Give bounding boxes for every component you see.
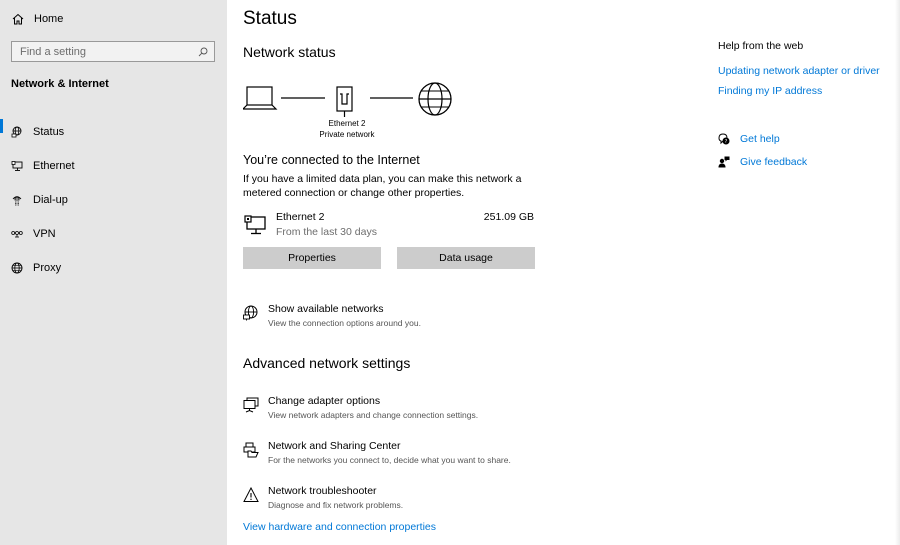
option-description: View the connection options around you. [268,318,421,328]
sidebar-item-dial-up[interactable]: Dial-up [0,183,227,217]
home-button[interactable]: Home [12,11,63,27]
home-label: Home [34,13,64,25]
section-title: Network & Internet [11,78,109,90]
sidebar-item-status[interactable]: Status [0,115,227,149]
network-troubleshooter[interactable]: Network troubleshooter Diagnose and fix … [243,485,583,515]
help-pane: Help from the web Updating network adapt… [718,0,900,545]
network-globe-icon [243,305,258,321]
window-edge-scroll-region [895,0,900,545]
sidebar-item-label: Ethernet [33,160,75,172]
network-and-sharing-center[interactable]: Network and Sharing Center For the netwo… [243,440,583,470]
get-help-link[interactable]: Get help [740,133,780,145]
option-title: Show available networks [268,303,384,315]
sidebar: Home Network & Internet Status Ethernet … [0,0,227,545]
home-icon [12,13,24,25]
connection-status-description: If you have a limited data plan, you can… [243,173,522,199]
sidebar-item-vpn[interactable]: VPN [0,217,227,251]
advanced-settings-heading: Advanced network settings [243,355,411,371]
dial-up-icon [12,196,22,206]
show-available-networks[interactable]: Show available networks View the connect… [243,303,583,333]
network-status-heading: Network status [243,44,336,60]
diagram-network-type: Private network [319,130,375,139]
adapter-name: Ethernet 2 [276,211,325,223]
sidebar-item-ethernet[interactable]: Ethernet [0,149,227,183]
ethernet-port-icon [336,86,353,117]
main-content: Status Network status Ethernet 2 Private… [243,0,703,545]
option-description: For the networks you connect to, decide … [268,455,511,465]
adapter-data-usage: 251.09 GB [483,211,534,223]
view-hardware-properties-link[interactable]: View hardware and connection properties [243,521,436,533]
adapter-summary: Ethernet 2 From the last 30 days 251.09 … [243,211,534,241]
get-help-row[interactable]: ? Get help [718,132,780,146]
ethernet-adapter-icon [244,215,266,235]
ethernet-icon [11,161,23,171]
vpn-icon [11,231,23,238]
data-usage-button[interactable]: Data usage [397,247,535,269]
diagram-adapter-name: Ethernet 2 [328,119,366,128]
option-description: View network adapters and change connect… [268,410,479,420]
sidebar-item-proxy[interactable]: Proxy [0,251,227,285]
help-link-update-adapter[interactable]: Updating network adapter or driver [718,65,880,77]
option-description: Diagnose and fix network problems. [268,500,404,510]
adapter-monitors-icon [243,397,259,413]
adapter-period: From the last 30 days [276,226,377,238]
diagram-adapter-label: Ethernet 2 Private network [307,118,387,140]
connection-status-title: You’re connected to the Internet [243,153,420,167]
svg-text:?: ? [725,139,728,145]
search-input[interactable] [20,45,198,58]
warning-triangle-icon [243,487,259,502]
change-adapter-options[interactable]: Change adapter options View network adap… [243,395,583,425]
get-help-icon: ? [718,133,730,145]
sidebar-item-label: Proxy [33,262,62,274]
option-title: Network troubleshooter [268,485,377,497]
sidebar-item-label: Dial-up [33,194,68,206]
proxy-globe-icon [11,262,23,274]
globe-status-icon [11,126,22,138]
properties-button[interactable]: Properties [243,247,381,269]
feedback-icon [718,156,730,168]
option-title: Network and Sharing Center [268,440,401,452]
option-title: Change adapter options [268,395,381,407]
internet-globe-icon [418,82,452,116]
selected-indicator [0,119,3,133]
help-link-find-ip[interactable]: Finding my IP address [718,85,822,97]
give-feedback-link[interactable]: Give feedback [740,156,807,168]
give-feedback-row[interactable]: Give feedback [718,155,807,169]
help-heading: Help from the web [718,40,804,52]
sharing-center-icon [243,442,259,458]
search-box[interactable] [11,41,215,62]
sidebar-item-label: VPN [33,228,56,240]
sidebar-nav: Status Ethernet Dial-up VPN Proxy [0,115,227,285]
page-title: Status [243,8,297,29]
sidebar-item-label: Status [33,126,65,138]
laptop-icon [243,86,278,110]
search-icon[interactable] [198,47,208,57]
